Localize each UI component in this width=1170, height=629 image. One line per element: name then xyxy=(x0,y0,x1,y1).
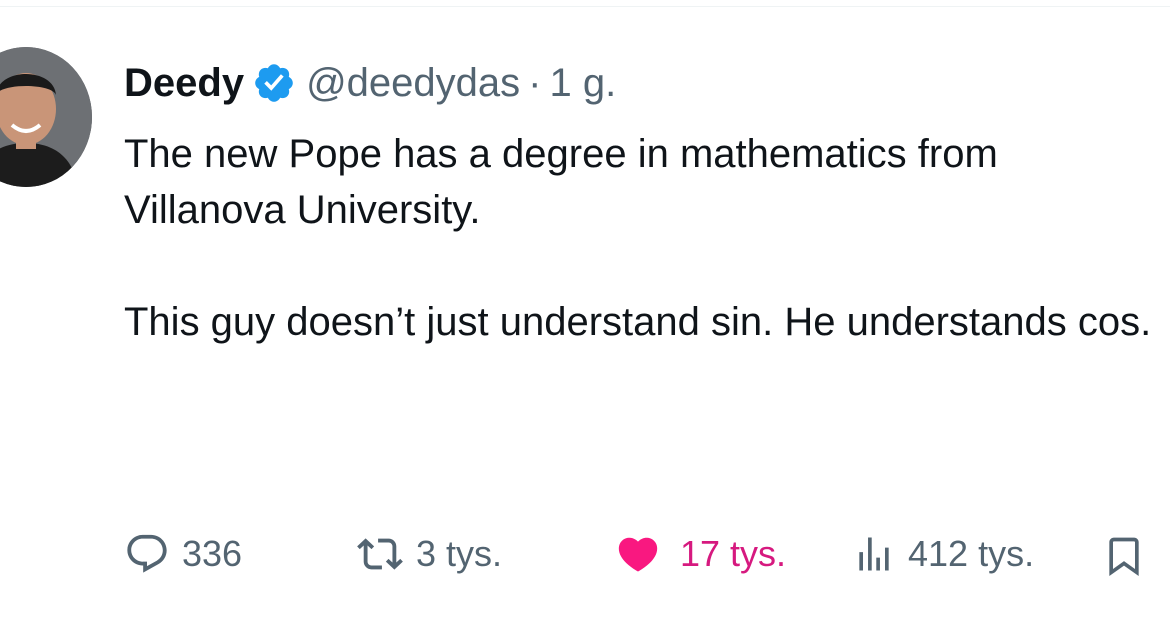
reply-button[interactable]: 336 xyxy=(124,524,242,584)
retweet-count: 3 tys. xyxy=(416,533,503,574)
tweet-time[interactable]: 1 g. xyxy=(549,54,616,112)
author-name[interactable]: Deedy xyxy=(124,54,244,112)
tweet-text: The new Pope has a degree in mathematics… xyxy=(124,126,1164,350)
views-button[interactable]: 412 tys. xyxy=(852,524,1034,584)
like-button[interactable]: 17 tys. xyxy=(608,524,786,584)
avatar[interactable] xyxy=(0,47,92,187)
bookmark-icon xyxy=(1102,537,1146,584)
tweet-header: Deedy @deedydas · 1 g. xyxy=(124,54,616,112)
reply-count: 336 xyxy=(182,533,243,574)
views-count: 412 tys. xyxy=(908,533,1035,574)
views-icon xyxy=(852,531,896,577)
header-separator: · xyxy=(528,61,542,105)
retweet-icon xyxy=(356,531,404,577)
author-handle[interactable]: @deedydas xyxy=(306,54,520,112)
retweet-button[interactable]: 3 tys. xyxy=(356,524,502,584)
tweet-actions: 336 3 tys. 17 tys. 412 tys. xyxy=(124,524,1170,584)
heart-icon xyxy=(608,531,668,577)
tweet-paragraph: This guy doesn’t just understand sin. He… xyxy=(124,300,1152,344)
bookmark-button[interactable] xyxy=(1102,532,1146,585)
reply-icon xyxy=(124,531,170,577)
avatar-image xyxy=(0,47,92,187)
verified-badge-icon xyxy=(252,61,296,105)
top-divider xyxy=(0,0,1170,7)
tweet-paragraph: The new Pope has a degree in mathematics… xyxy=(124,132,998,232)
like-count: 17 tys. xyxy=(680,533,787,574)
